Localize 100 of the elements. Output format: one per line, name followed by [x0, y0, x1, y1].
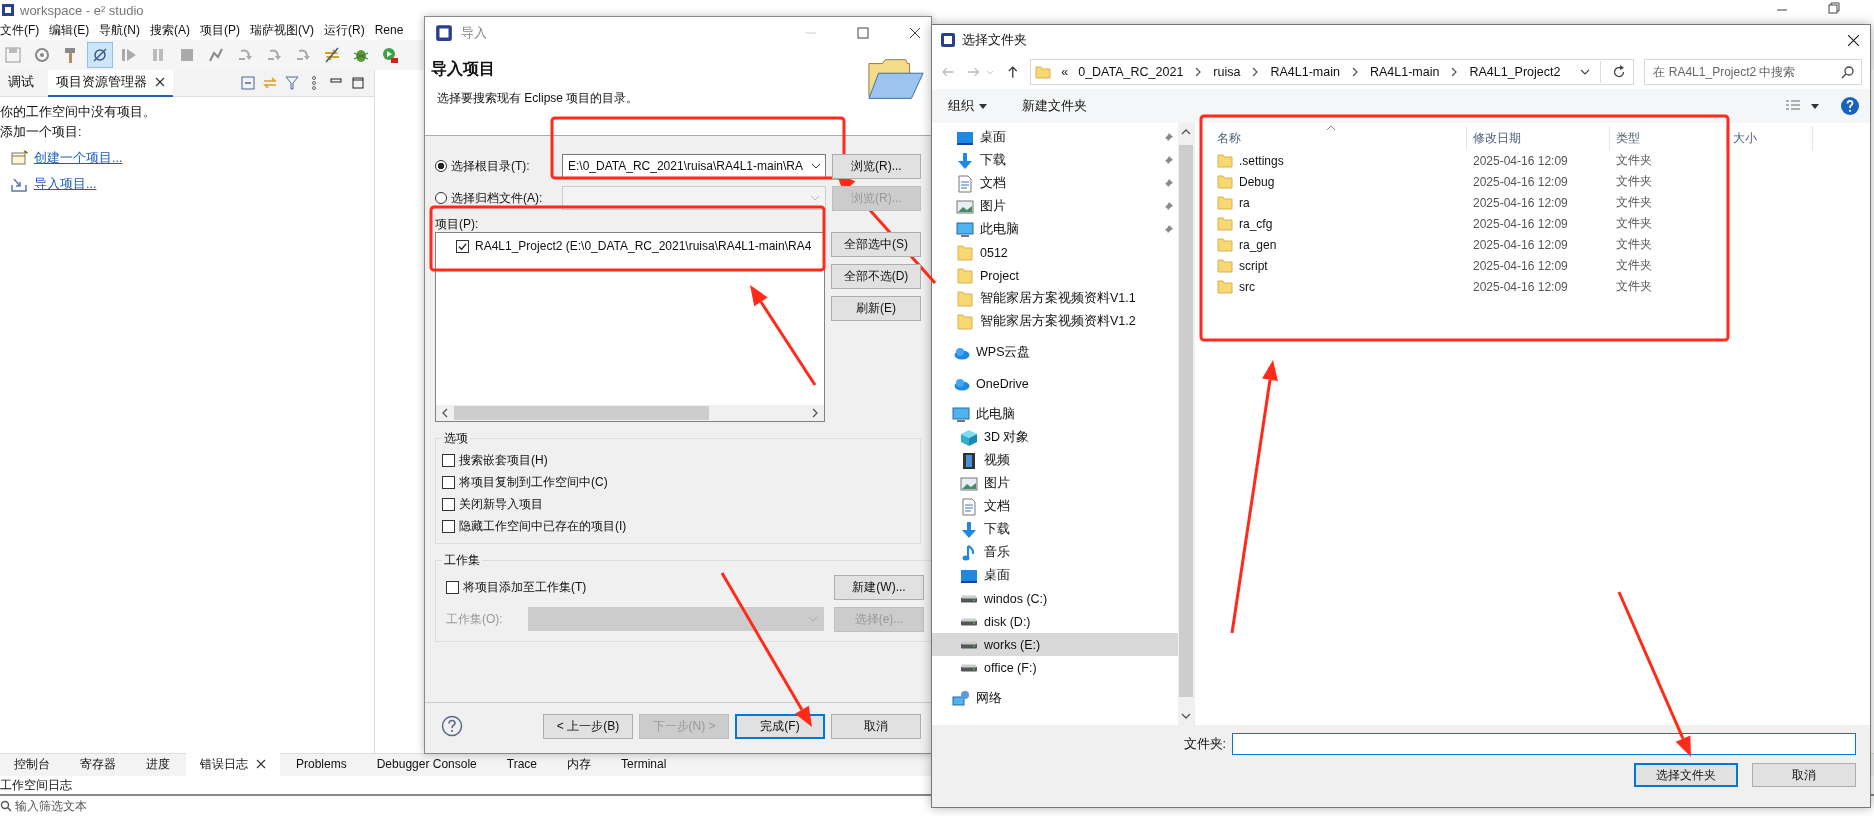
type-cell-text: 文件夹 [1615, 257, 1653, 274]
search-field[interactable]: 在 RA4L1_Project2 中搜索 [1644, 59, 1862, 85]
nav-item[interactable]: 文档 [932, 172, 1178, 195]
list-action-button[interactable]: 全部不选(D) [831, 264, 921, 289]
organize-menu[interactable]: 组织 [942, 94, 994, 118]
checkbox-label: 将项目复制到工作空间中(C) [459, 473, 608, 491]
view-tab[interactable]: 内存 [553, 752, 605, 778]
project-item[interactable]: RA4L1_Project2 (E:\0_DATA_RC_2021\ruisa\RA4L1-main\RA4 [475, 239, 812, 253]
date-cell-text: 2025-04-16 12:09 [1472, 195, 1569, 210]
nav-item[interactable]: office (F:) [932, 656, 1178, 679]
nav-item[interactable]: 0512 [932, 241, 1178, 264]
column-header[interactable]: 类型 [1610, 126, 1727, 150]
column-header[interactable]: 名称 [1211, 126, 1467, 150]
file-name[interactable]: Debug [1239, 174, 1275, 189]
view-tab[interactable]: 项目资源管理器 [48, 69, 173, 97]
type-cell-text: 文件夹 [1615, 173, 1653, 190]
link[interactable]: 创建一个项目... [34, 149, 123, 167]
address-bar[interactable]: « 0_DATA_RC_2021 ruisa RA4L1-main RA4L1-main RA4L1_Project2 [1030, 59, 1635, 85]
breadcrumb[interactable]: RA4L1_Project2 [1469, 65, 1561, 79]
nav-item[interactable]: 智能家居方案视频资料V1.2 [932, 310, 1178, 333]
list-action-button[interactable]: 刷新(E) [831, 296, 921, 321]
link[interactable]: 导入项目... [34, 175, 97, 193]
menu-item[interactable]: 编辑(E) [49, 21, 90, 39]
type-cell-text: 文件夹 [1615, 152, 1653, 169]
nav-item[interactable]: 3D 对象 [932, 426, 1178, 449]
breadcrumb[interactable]: RA4L1-main [1270, 65, 1340, 79]
file-name[interactable]: ra_gen [1239, 237, 1277, 252]
menu-item[interactable]: 搜索(A) [150, 21, 190, 39]
view-tab[interactable]: 寄存器 [66, 752, 130, 778]
dialog-title: 导入 [461, 24, 487, 42]
checkbox-label: 隐藏工作空间中已存在的项目(I) [459, 517, 627, 535]
breadcrumb[interactable]: RA4L1-main [1369, 65, 1440, 79]
breadcrumb[interactable]: ruisa [1213, 65, 1241, 79]
browse-button[interactable]: 浏览(R)... [831, 153, 921, 179]
nav-item[interactable]: 桌面 [932, 126, 1178, 149]
nav-item[interactable]: OneDrive [932, 372, 1178, 395]
view-tab[interactable]: 进度 [132, 752, 184, 778]
nav-item[interactable]: disk (D:) [932, 610, 1178, 633]
dialog-title: 选择文件夹 [962, 31, 1027, 49]
view-tab[interactable]: Terminal [607, 754, 681, 776]
new-folder-button[interactable]: 新建文件夹 [1016, 94, 1093, 118]
nav-item[interactable]: 智能家居方案视频资料V1.1 [932, 287, 1178, 310]
radio-label: 选择归档文件(A): [451, 189, 544, 207]
dialog-description: 选择要搜索现有 Eclipse 项目的目录。 [436, 90, 640, 107]
nav-item[interactable]: 图片 [932, 195, 1178, 218]
date-cell-text: 2025-04-16 12:09 [1472, 237, 1569, 252]
column-header[interactable]: 大小 [1727, 126, 1813, 150]
file-name[interactable]: .settings [1239, 153, 1284, 168]
nav-item[interactable]: 此电脑 [932, 403, 1178, 426]
nav-item[interactable]: 图片 [932, 472, 1178, 495]
view-tab[interactable]: 控制台 [0, 752, 64, 778]
view-tab[interactable]: Trace [492, 754, 551, 776]
file-name[interactable]: ra [1239, 195, 1250, 210]
dialog-button[interactable]: 完成(F) [735, 713, 825, 739]
dialog-heading: 导入项目 [431, 59, 496, 79]
overflow-chevrons[interactable]: « [1061, 65, 1069, 79]
dialog-button[interactable]: 取消 [1752, 763, 1856, 787]
nav-item[interactable]: WPS云盘 [932, 341, 1178, 364]
nav-item[interactable]: 此电脑 [932, 218, 1178, 241]
view-tab[interactable]: 调试 [0, 69, 42, 97]
dialog-button[interactable]: 取消 [831, 713, 921, 739]
checkbox-label: 关闭新导入项目 [459, 495, 543, 513]
nav-item[interactable]: 音乐 [932, 541, 1178, 564]
path-combo[interactable]: E:\0_DATA_RC_2021\ruisa\RA4L1-main\RA [562, 154, 826, 178]
dialog-button[interactable]: 选择文件夹 [1634, 763, 1738, 787]
nav-item[interactable]: windos (C:) [932, 587, 1178, 610]
checkbox-label: 搜索嵌套项目(H) [459, 451, 548, 469]
file-name[interactable]: src [1239, 279, 1255, 294]
nav-item[interactable]: Project [932, 264, 1178, 287]
nav-item[interactable]: works (E:) [932, 633, 1178, 656]
log-title: 工作空间日志 [0, 776, 72, 794]
view-tab[interactable]: Debugger Console [362, 754, 491, 776]
file-name[interactable]: ra_cfg [1239, 216, 1273, 231]
radio-label: 选择根目录(T): [451, 157, 531, 175]
nav-item[interactable]: 下载 [932, 518, 1178, 541]
field-label: 文件夹: [1183, 735, 1226, 753]
list-action-button[interactable]: 全部选中(S) [831, 232, 921, 257]
nav-item[interactable]: 视频 [932, 449, 1178, 472]
menu-item[interactable]: 瑞萨视图(V) [250, 21, 314, 39]
group-title: 工作集 [443, 552, 481, 569]
type-cell-text: 文件夹 [1615, 278, 1653, 295]
view-tab[interactable]: Problems [282, 754, 361, 776]
type-cell-text: 文件夹 [1615, 215, 1653, 232]
menu-item[interactable]: 运行(R) [324, 21, 365, 39]
nav-item[interactable]: 桌面 [932, 564, 1178, 587]
nav-item[interactable]: 下载 [932, 149, 1178, 172]
projects-label: 项目(P): [435, 216, 480, 232]
new-button[interactable]: 新建(W)... [834, 574, 924, 600]
nav-item[interactable]: 网络 [932, 687, 1178, 710]
filter-field[interactable]: 输入筛选文本 [15, 799, 215, 813]
nav-item[interactable]: 文档 [932, 495, 1178, 518]
file-name[interactable]: script [1239, 258, 1268, 273]
breadcrumb[interactable]: 0_DATA_RC_2021 [1078, 65, 1184, 79]
menu-item[interactable]: 项目(P) [200, 21, 240, 39]
menu-item[interactable]: Rene [374, 23, 404, 37]
menu-item[interactable]: 文件(F) [0, 21, 40, 39]
menu-item[interactable]: 导航(N) [99, 21, 140, 39]
column-header[interactable]: 修改日期 [1467, 126, 1610, 150]
dialog-button[interactable]: < 上一步(B) [543, 713, 633, 739]
date-cell-text: 2025-04-16 12:09 [1472, 279, 1569, 294]
